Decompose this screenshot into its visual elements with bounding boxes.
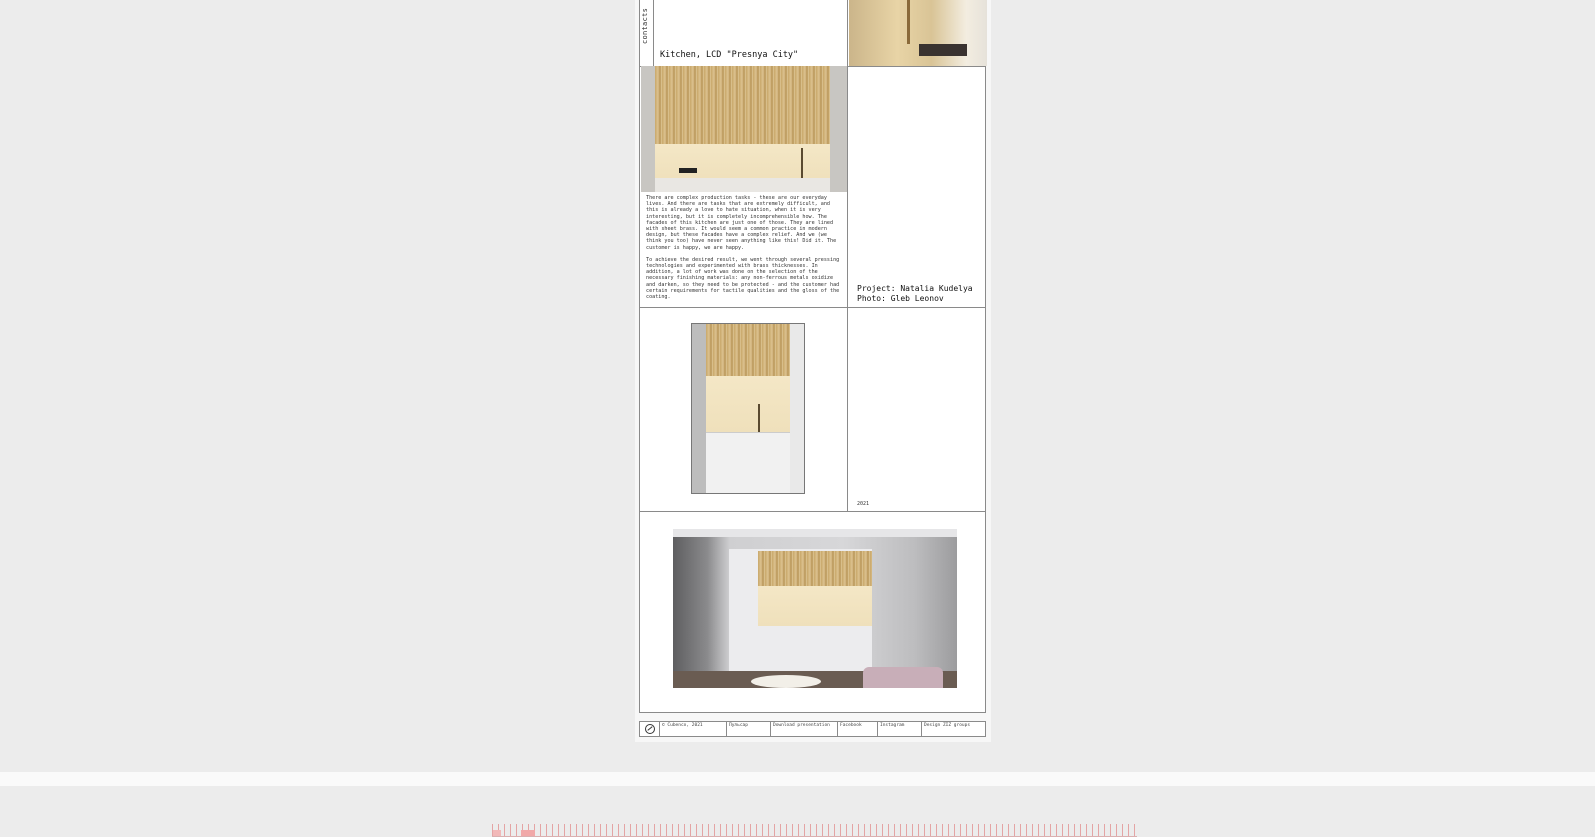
backsplash bbox=[706, 376, 790, 432]
project-credits: Project: Natalia Kudelya Photo: Gleb Leo… bbox=[857, 284, 973, 304]
kitchen-photo-cabinets bbox=[641, 66, 847, 192]
instagram-link[interactable]: Instagram bbox=[877, 722, 921, 736]
side-wall bbox=[692, 324, 706, 493]
footer: © Cubenco, 2021 Пульсар Download present… bbox=[639, 721, 986, 737]
side-wall bbox=[790, 324, 804, 493]
description-paragraph: There are complex production tasks - the… bbox=[646, 195, 837, 251]
brass-facade bbox=[655, 66, 830, 144]
grid-divider bbox=[847, 0, 848, 512]
timeline-marker bbox=[521, 830, 535, 836]
footer-logo[interactable] bbox=[640, 722, 659, 736]
lower-cabinets bbox=[706, 432, 790, 493]
table-shape bbox=[751, 675, 821, 688]
project-year: 2021 bbox=[857, 501, 870, 507]
footer-copyright: © Cubenco, 2021 bbox=[659, 722, 726, 736]
footer-link[interactable]: Пульсар bbox=[726, 722, 770, 736]
brass-facade bbox=[758, 551, 872, 586]
facebook-link[interactable]: Facebook bbox=[837, 722, 877, 736]
timeline-scrubber[interactable] bbox=[492, 824, 1137, 837]
design-credit-link[interactable]: Design ZIZ groups bbox=[921, 722, 985, 736]
kitchen-photo-sink bbox=[849, 0, 987, 66]
faucet-shape bbox=[801, 148, 803, 178]
faucet-shape bbox=[758, 404, 760, 432]
project-page: contacts Kitchen, LCD "Presnya City" The… bbox=[635, 0, 991, 742]
credit-project: Project: Natalia Kudelya bbox=[857, 284, 973, 293]
sink-shape bbox=[919, 44, 967, 56]
credit-photo: Photo: Gleb Leonov bbox=[857, 294, 944, 303]
grid-divider bbox=[640, 307, 985, 308]
section-divider bbox=[0, 772, 1595, 786]
project-title: Kitchen, LCD "Presnya City" bbox=[660, 50, 799, 60]
faucet-shape bbox=[907, 0, 910, 44]
timeline-marker bbox=[493, 830, 501, 836]
kitchen-photo-wide bbox=[673, 529, 957, 688]
kitchen-photo-vertical bbox=[691, 323, 805, 494]
cooktop-shape bbox=[679, 168, 697, 173]
countertop bbox=[655, 178, 830, 192]
description-paragraph: To achieve the desired result, we went t… bbox=[646, 256, 840, 301]
brass-facade bbox=[706, 324, 790, 376]
ceiling bbox=[673, 529, 957, 537]
grid-divider bbox=[653, 0, 654, 66]
contacts-link[interactable]: contacts bbox=[641, 8, 653, 44]
project-description: There are complex production tasks - the… bbox=[646, 195, 841, 306]
project-grid: contacts Kitchen, LCD "Presnya City" The… bbox=[639, 0, 987, 713]
backsplash bbox=[758, 586, 872, 626]
logo-icon bbox=[644, 724, 655, 734]
sofa-shape bbox=[863, 667, 943, 688]
grid-divider bbox=[640, 511, 985, 512]
backsplash bbox=[655, 144, 830, 182]
download-presentation-link[interactable]: Download presentation bbox=[770, 722, 837, 736]
